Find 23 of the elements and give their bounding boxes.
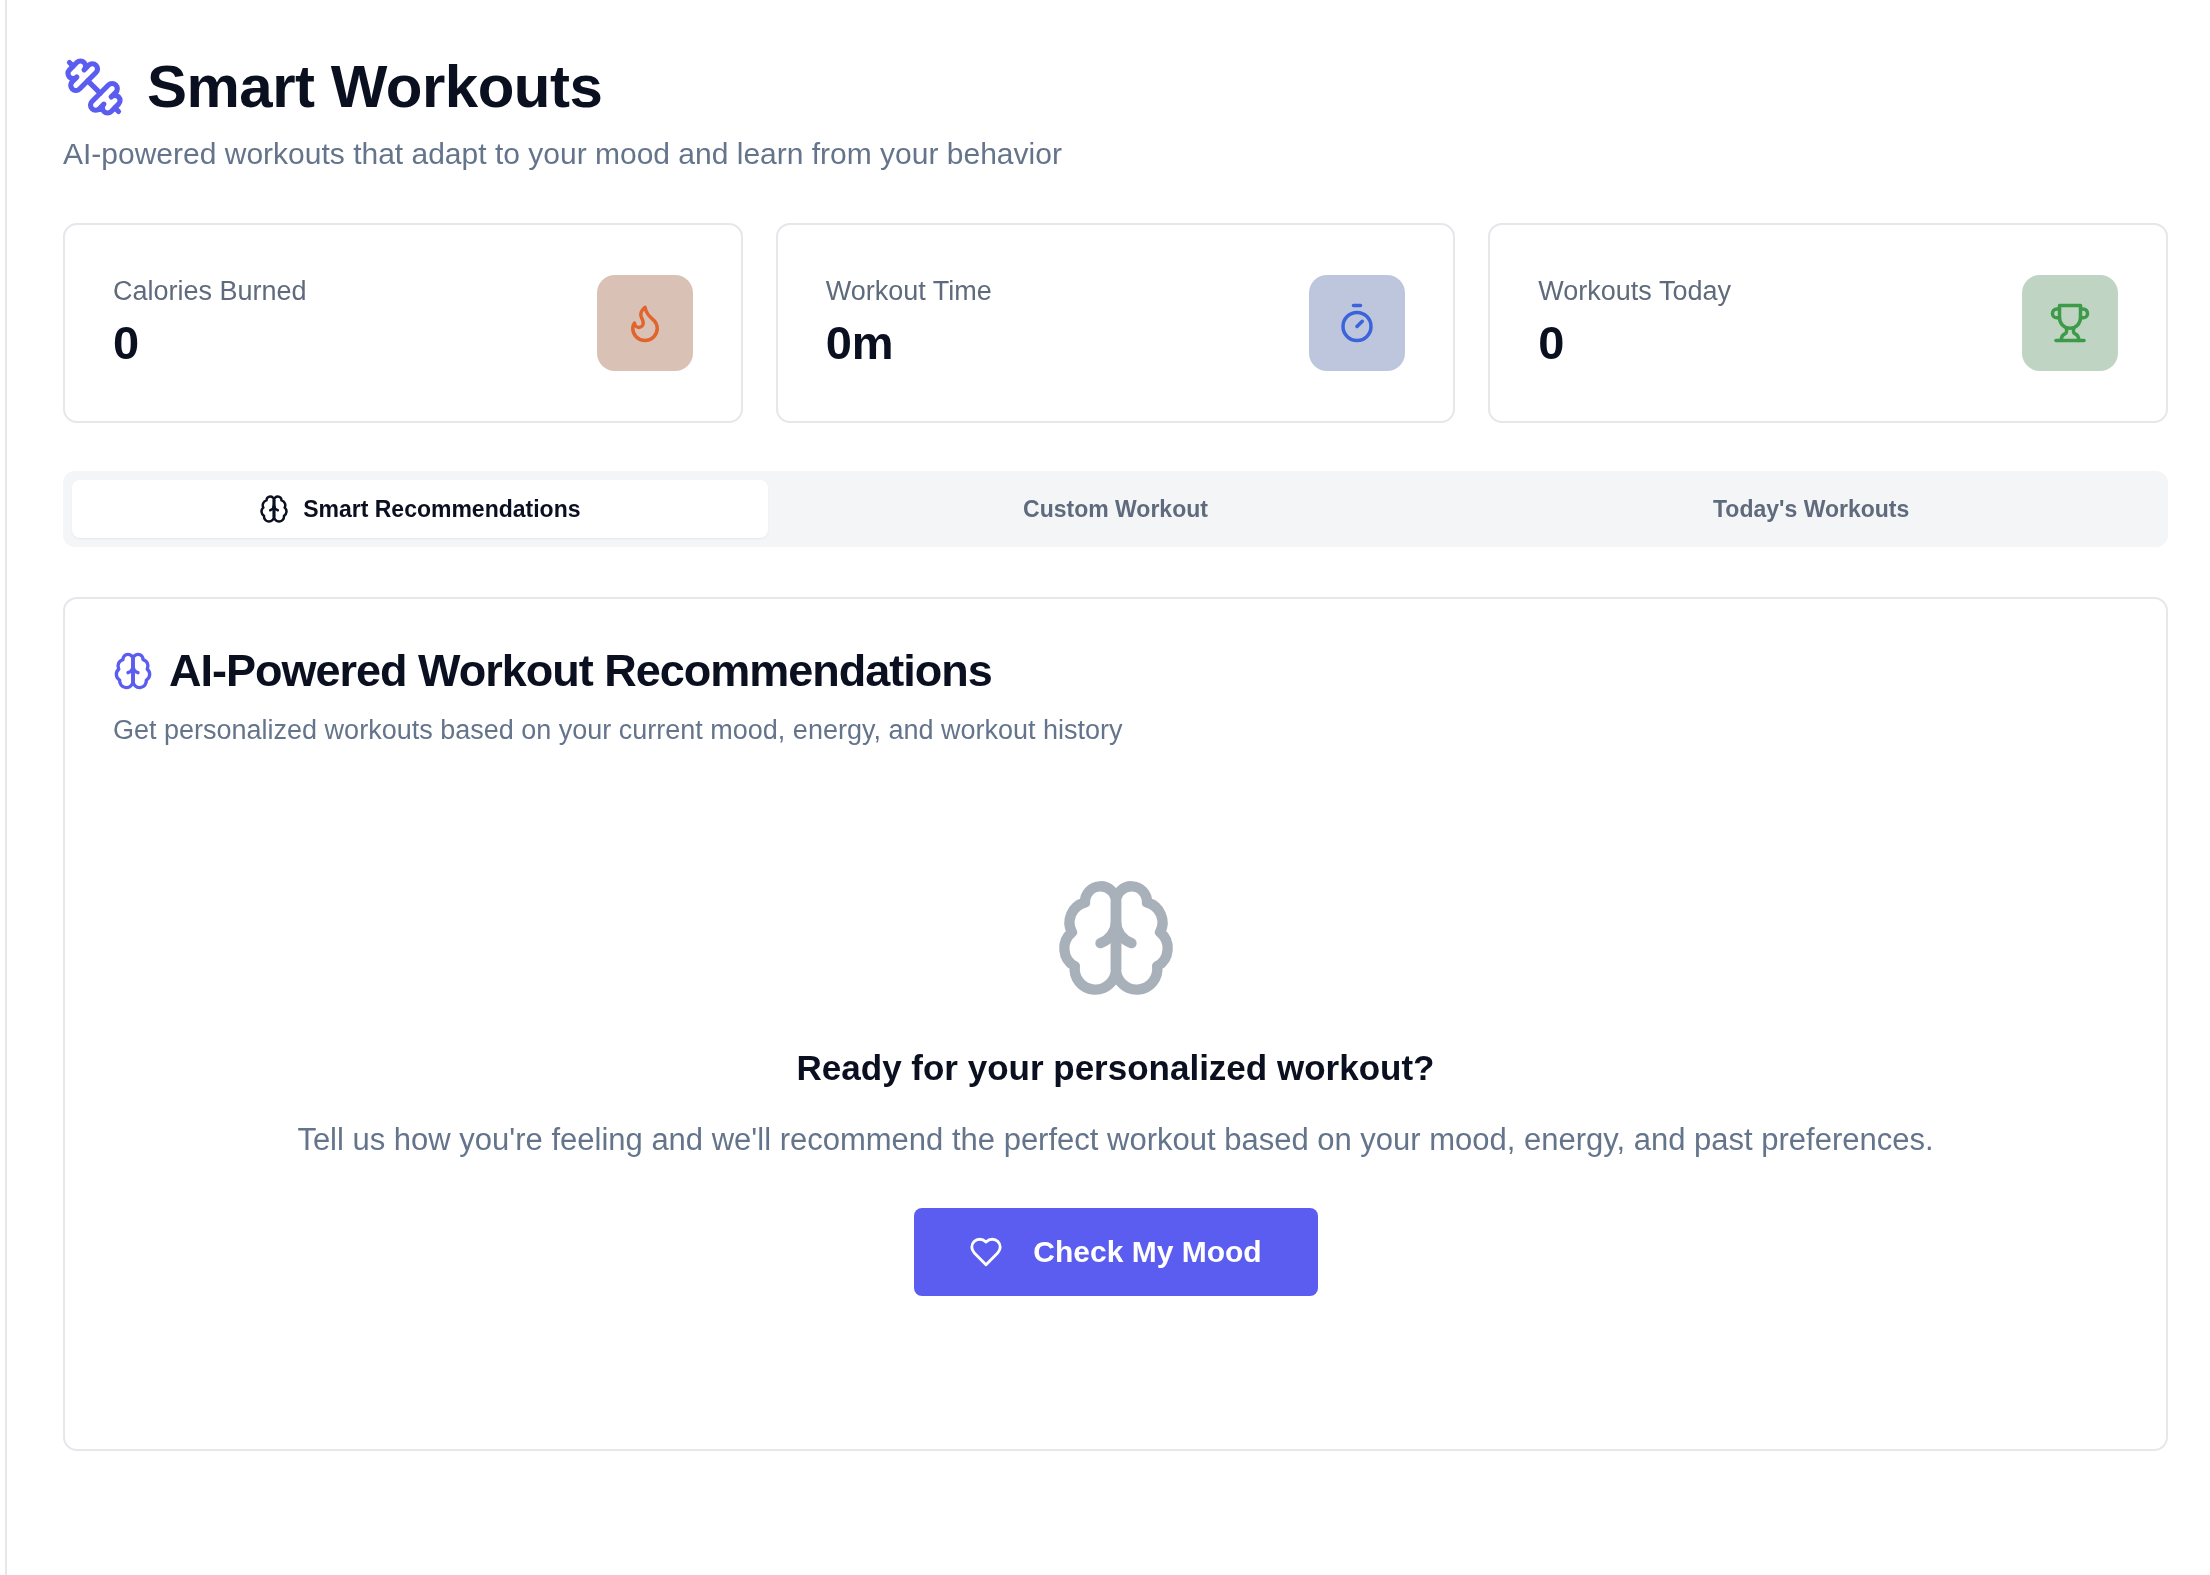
empty-state-text: Tell us how you're feeling and we'll recommend the perfect workout based on your mood, energy, and past preferences.	[297, 1122, 1934, 1158]
tab[interactable]: Smart Recommendations	[72, 480, 768, 538]
card-title: AI-Powered Workout Recommendations	[169, 645, 992, 697]
stat-value: 0	[113, 315, 141, 370]
page-title: Smart Workouts	[147, 52, 603, 121]
card-description: Get personalized workouts based on your current mood, energy, and workout history	[113, 715, 1124, 746]
stat-value: 0	[1538, 315, 1566, 370]
dumbbell-icon	[63, 55, 125, 118]
page-subtitle: AI-powered workouts that adapt to your mood and learn from your behavior	[63, 137, 1063, 171]
tab[interactable]: Today's Workouts	[1463, 480, 2159, 538]
stat-label: Workouts Today	[1538, 276, 1731, 307]
stopwatch-icon	[1309, 275, 1406, 371]
stat-label: Workout Time	[825, 276, 992, 307]
brain-icon	[259, 494, 290, 524]
check-mood-button[interactable]: Check My Mood	[913, 1208, 1318, 1296]
stat-value: 0m	[825, 315, 895, 370]
brain-icon	[113, 651, 153, 691]
stat-label: Calories Burned	[113, 276, 307, 307]
empty-state-title: Ready for your personalized workout?	[796, 1048, 1435, 1088]
trophy-icon	[2022, 275, 2118, 371]
flame-icon	[596, 275, 693, 371]
heart-icon	[969, 1235, 1004, 1269]
tab[interactable]: Custom Workout	[767, 480, 1464, 538]
